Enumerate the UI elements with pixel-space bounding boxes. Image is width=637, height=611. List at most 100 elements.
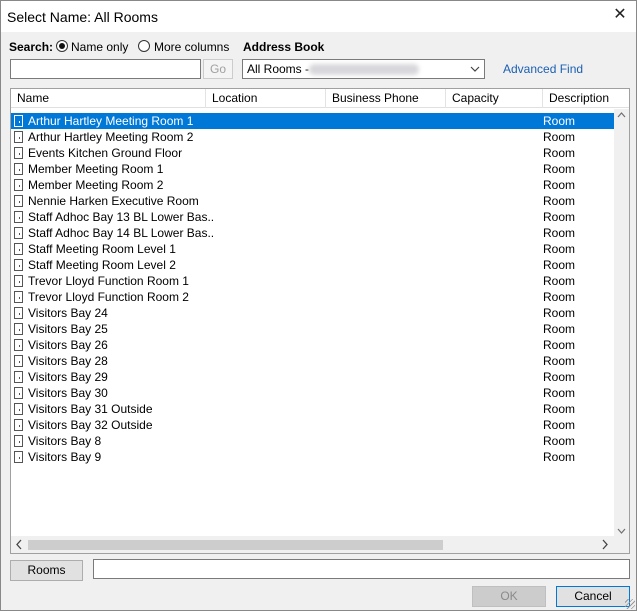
arrow-left-icon[interactable] <box>11 536 27 553</box>
column-header-row: Name Location Business Phone Capacity De… <box>11 89 629 108</box>
horizontal-scrollbar[interactable] <box>11 536 629 553</box>
resize-grip-icon[interactable] <box>625 599 635 609</box>
room-name: Staff Meeting Room Level 2 <box>28 258 176 272</box>
close-icon[interactable]: ✕ <box>608 3 632 27</box>
room-icon <box>14 179 23 191</box>
list-item[interactable]: Visitors Bay 28 Room <box>11 353 616 369</box>
room-description: Room <box>543 418 576 432</box>
ok-button[interactable]: OK <box>472 586 546 607</box>
room-description: Room <box>543 258 576 272</box>
rows-container: Arthur Hartley Meeting Room 1 Room Arthur … <box>11 113 616 465</box>
room-description: Room <box>543 210 576 224</box>
room-icon <box>14 147 23 159</box>
room-description: Room <box>543 370 576 384</box>
room-icon <box>14 195 23 207</box>
cancel-button[interactable]: Cancel <box>556 586 630 607</box>
rooms-button[interactable]: Rooms <box>10 560 83 581</box>
column-header-capacity[interactable]: Capacity <box>446 89 543 108</box>
list-item[interactable]: Visitors Bay 26 Room <box>11 337 616 353</box>
list-item[interactable]: Visitors Bay 9 Room <box>11 449 616 465</box>
room-icon <box>14 275 23 287</box>
room-name: Arthur Hartley Meeting Room 1 <box>28 114 194 128</box>
list-item[interactable]: Visitors Bay 32 Outside Room <box>11 417 616 433</box>
list-item[interactable]: Arthur Hartley Meeting Room 1 Room <box>11 113 616 129</box>
list-item[interactable]: Nennie Harken Executive Room Room <box>11 193 616 209</box>
list-item[interactable]: Staff Adhoc Bay 14 BL Lower Bas... Room <box>11 225 616 241</box>
room-description: Room <box>543 338 576 352</box>
arrow-up-icon[interactable] <box>614 109 629 121</box>
column-header-name[interactable]: Name <box>11 89 206 108</box>
room-icon <box>14 211 23 223</box>
room-icon <box>14 371 23 383</box>
list-item[interactable]: Visitors Bay 29 Room <box>11 369 616 385</box>
list-item[interactable]: Visitors Bay 24 Room <box>11 305 616 321</box>
list-item[interactable]: Arthur Hartley Meeting Room 2 Room <box>11 129 616 145</box>
search-input[interactable] <box>10 59 201 79</box>
column-header-location[interactable]: Location <box>206 89 326 108</box>
room-description: Room <box>543 306 576 320</box>
list-item[interactable]: Visitors Bay 25 Room <box>11 321 616 337</box>
room-name: Staff Adhoc Bay 13 BL Lower Bas... <box>28 210 213 224</box>
address-book-dropdown[interactable]: All Rooms - <box>242 59 485 79</box>
radio-more-columns-label[interactable]: More columns <box>154 40 229 54</box>
room-name: Staff Adhoc Bay 14 BL Lower Bas... <box>28 226 213 240</box>
room-name: Member Meeting Room 2 <box>28 178 164 192</box>
room-name: Visitors Bay 31 Outside <box>28 402 153 416</box>
list-item[interactable]: Staff Adhoc Bay 13 BL Lower Bas... Room <box>11 209 616 225</box>
list-item[interactable]: Visitors Bay 30 Room <box>11 385 616 401</box>
room-description: Room <box>543 354 576 368</box>
room-name: Visitors Bay 26 <box>28 338 108 352</box>
list-item[interactable]: Member Meeting Room 2 Room <box>11 177 616 193</box>
room-name: Member Meeting Room 1 <box>28 162 164 176</box>
radio-name-only-label[interactable]: Name only <box>71 40 128 54</box>
room-icon <box>14 307 23 319</box>
title-bar: Select Name: All Rooms ✕ <box>0 0 637 32</box>
room-name: Visitors Bay 24 <box>28 306 108 320</box>
room-icon <box>14 419 23 431</box>
room-icon <box>14 163 23 175</box>
room-name: Events Kitchen Ground Floor <box>28 146 183 160</box>
results-list[interactable]: Name Location Business Phone Capacity De… <box>10 88 630 554</box>
room-description: Room <box>543 146 576 160</box>
radio-more-columns-icon[interactable] <box>138 40 150 52</box>
horizontal-scroll-thumb[interactable] <box>28 540 443 550</box>
column-header-business-phone[interactable]: Business Phone <box>326 89 446 108</box>
advanced-find-link[interactable]: Advanced Find <box>503 62 583 76</box>
rooms-field[interactable] <box>93 559 630 579</box>
list-item[interactable]: Visitors Bay 31 Outside Room <box>11 401 616 417</box>
room-icon <box>14 339 23 351</box>
list-item[interactable]: Visitors Bay 8 Room <box>11 433 616 449</box>
radio-name-only-icon[interactable] <box>56 40 68 52</box>
list-item[interactable]: Member Meeting Room 1 Room <box>11 161 616 177</box>
list-item[interactable]: Staff Meeting Room Level 1 Room <box>11 241 616 257</box>
room-description: Room <box>543 274 576 288</box>
room-name: Visitors Bay 25 <box>28 322 108 336</box>
room-icon <box>14 291 23 303</box>
list-item[interactable]: Trevor Lloyd Function Room 1 Room <box>11 273 616 289</box>
list-item[interactable]: Events Kitchen Ground Floor Room <box>11 145 616 161</box>
room-icon <box>14 387 23 399</box>
room-icon <box>14 243 23 255</box>
room-description: Room <box>543 194 576 208</box>
go-button[interactable]: Go <box>203 59 233 79</box>
list-item[interactable]: Trevor Lloyd Function Room 2 Room <box>11 289 616 305</box>
room-name: Trevor Lloyd Function Room 1 <box>28 274 189 288</box>
room-icon <box>14 131 23 143</box>
room-icon <box>14 115 23 127</box>
window-title: Select Name: All Rooms <box>7 9 158 25</box>
room-description: Room <box>543 386 576 400</box>
room-icon <box>14 323 23 335</box>
arrow-right-icon[interactable] <box>597 536 613 553</box>
redacted-text <box>309 64 419 75</box>
column-header-description[interactable]: Description <box>543 89 629 108</box>
room-description: Room <box>543 450 576 464</box>
vertical-scrollbar[interactable] <box>614 109 629 537</box>
room-description: Room <box>543 114 576 128</box>
room-name: Visitors Bay 30 <box>28 386 108 400</box>
chevron-down-icon[interactable] <box>470 60 480 78</box>
search-label: Search: <box>9 40 54 54</box>
list-item[interactable]: Staff Meeting Room Level 2 Room <box>11 257 616 273</box>
room-description: Room <box>543 178 576 192</box>
room-name: Visitors Bay 9 <box>28 450 102 464</box>
room-name: Trevor Lloyd Function Room 2 <box>28 290 189 304</box>
